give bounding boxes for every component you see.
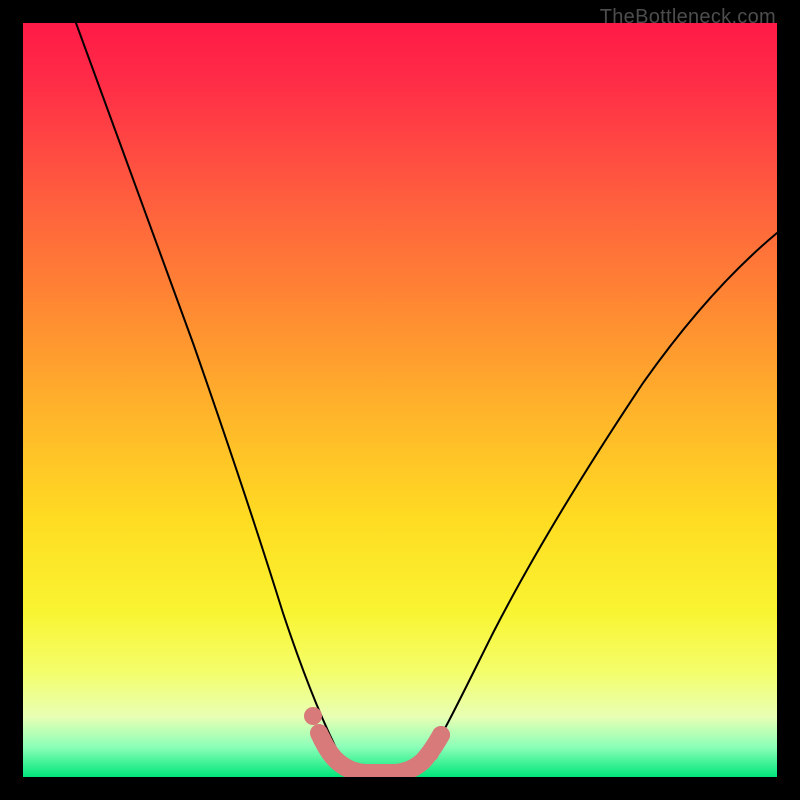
- highlight-dot-left-upper: [304, 707, 322, 725]
- chart-area: [23, 23, 777, 777]
- watermark-text: TheBottleneck.com: [600, 6, 776, 29]
- highlight-dot-right-mid: [421, 744, 439, 762]
- chart-svg: [23, 23, 777, 777]
- left-curve: [76, 23, 777, 775]
- highlight-dot-left-lower: [313, 730, 331, 748]
- highlight-dot-right-upper: [432, 726, 450, 744]
